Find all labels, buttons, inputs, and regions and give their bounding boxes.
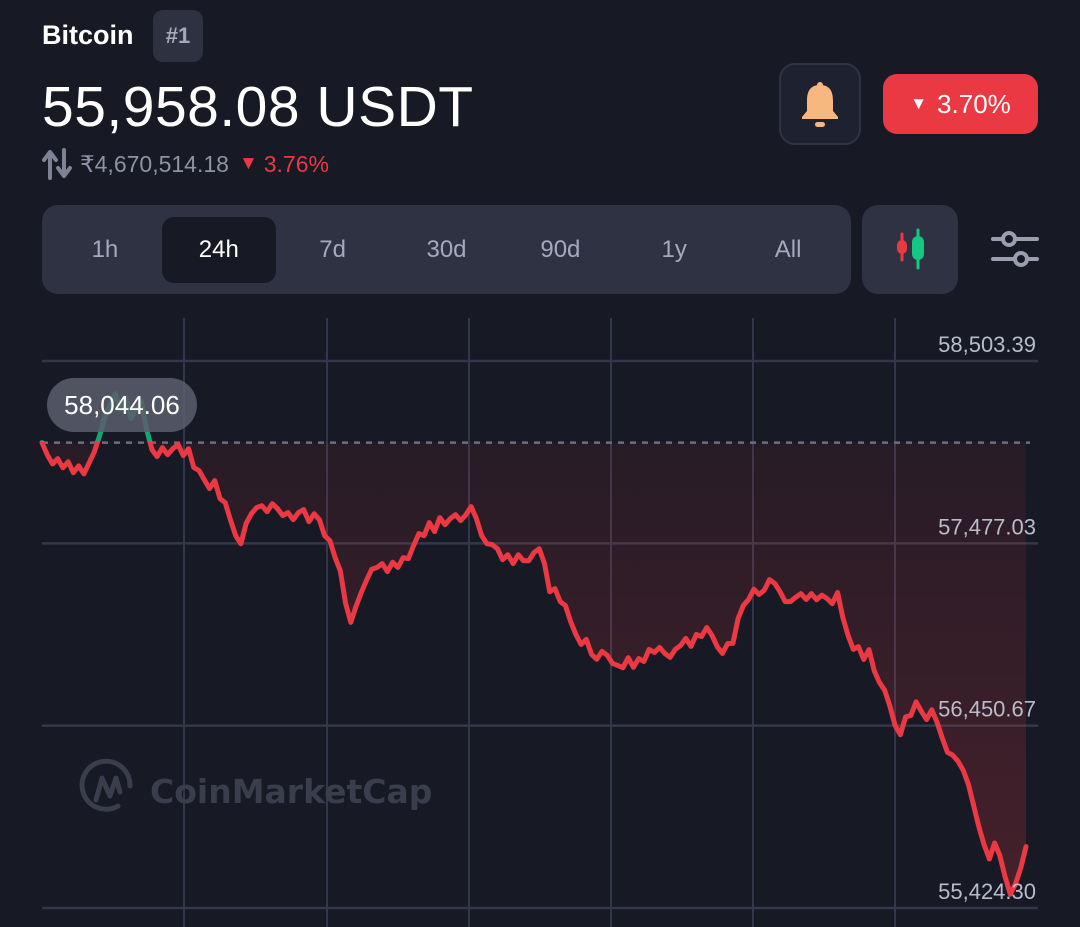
coinmarketcap-logo-icon — [79, 758, 133, 812]
rank-badge: #1 — [153, 10, 203, 62]
chart-settings-button[interactable] — [985, 220, 1045, 280]
converted-price: ₹4,670,514.18 — [80, 150, 229, 177]
bell-icon — [802, 82, 838, 127]
sliders-icon — [991, 231, 1039, 267]
price-change-badge: ▼ 3.70% — [883, 74, 1038, 134]
range-tab-24h[interactable]: 24h — [161, 216, 276, 283]
range-tab-all[interactable]: All — [731, 217, 845, 283]
area-fill — [42, 442, 1026, 895]
down-triangle-icon: ▼ — [238, 153, 258, 174]
y-tick-label: 56,450.67 — [938, 697, 1036, 722]
range-tab-1y[interactable]: 1y — [617, 217, 731, 283]
chart-type-toggle-button[interactable] — [862, 205, 958, 294]
coinmarketcap-watermark: CoinMarketCap — [79, 758, 432, 812]
price-chart[interactable]: CoinMarketCap 58,044.06 58,503.39 57,477.… — [0, 300, 1080, 927]
converted-change: 3.76% — [263, 150, 329, 177]
time-range-selector: 1h 24h 7d 30d 90d 1y All — [42, 205, 851, 294]
down-triangle-icon: ▼ — [910, 94, 928, 113]
range-tab-1h[interactable]: 1h — [48, 217, 162, 283]
price-alert-button[interactable] — [779, 63, 861, 145]
converted-price-row[interactable]: ₹4,670,514.18 ▼ 3.76% — [42, 148, 329, 180]
range-tab-90d[interactable]: 90d — [503, 217, 617, 283]
coin-name: Bitcoin — [42, 20, 134, 50]
y-tick-label: 58,503.39 — [938, 332, 1036, 357]
candlestick-icon — [897, 228, 924, 269]
range-tab-30d[interactable]: 30d — [390, 217, 504, 283]
vertical-gridlines — [183, 318, 896, 927]
swap-arrows-icon[interactable] — [42, 148, 72, 180]
y-tick-label: 55,424.30 — [938, 879, 1036, 904]
watermark-text: CoinMarketCap — [150, 772, 432, 811]
reference-price-tooltip: 58,044.06 — [47, 378, 197, 432]
range-tab-7d[interactable]: 7d — [276, 217, 390, 283]
price-change-value: 3.70% — [937, 88, 1011, 119]
y-tick-label: 57,477.03 — [938, 514, 1036, 539]
current-price: 55,958.08 USDT — [42, 75, 474, 139]
tooltip-value: 58,044.06 — [64, 390, 180, 420]
